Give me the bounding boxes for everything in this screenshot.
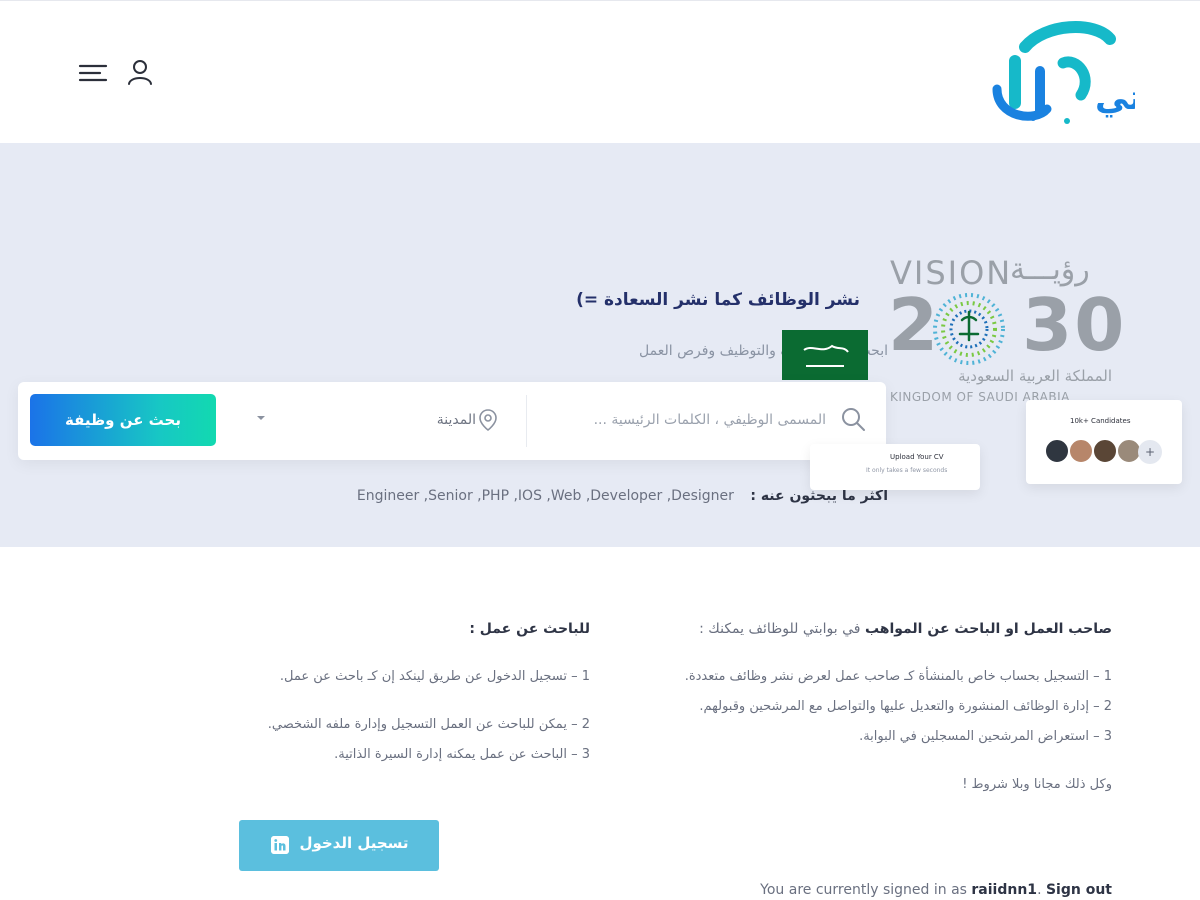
keyword-search-input[interactable]	[540, 400, 826, 440]
location-pin-icon	[479, 409, 497, 432]
login-button-label: تسجيل الدخول	[299, 834, 409, 852]
popular-tags[interactable]: Engineer ,Senior ,PHP ,IOS ,Web ,Develop…	[357, 488, 734, 504]
list-item: 1 – تسجيل الدخول عن طريق لينكد إن كـ باح…	[279, 669, 590, 684]
signed-in-status: You are currently signed in as raiidnn1.…	[700, 882, 1112, 898]
employer-column: صاحب العمل او الباحث عن المواهب في بوابت…	[616, 614, 1112, 800]
search-divider	[526, 395, 527, 447]
employer-heading-bold: صاحب العمل او الباحث عن المواهب	[864, 621, 1112, 637]
site-header: بوابتي	[0, 0, 1200, 143]
popular-label: أكثر ما يبحثون عنه :	[750, 488, 888, 504]
search-jobs-button[interactable]: بحث عن وظيفة	[30, 394, 216, 446]
sign-out-link[interactable]: Sign out	[1046, 882, 1112, 898]
employer-heading: صاحب العمل او الباحث عن المواهب في بوابت…	[616, 614, 1112, 644]
popular-searches: Engineer ,Senior ,PHP ,IOS ,Web ,Develop…	[300, 488, 888, 504]
vision-arabic: رؤيـــة	[1010, 252, 1090, 287]
site-logo[interactable]: بوابتي	[985, 17, 1135, 127]
search-icon[interactable]	[840, 406, 866, 432]
avatar	[1092, 438, 1118, 464]
list-item: 2 – إدارة الوظائف المنشورة والتعديل عليه…	[699, 699, 1112, 714]
list-item: 3 – استعراض المرشحين المسجلين في البوابة…	[859, 729, 1112, 744]
seeker-heading: للباحث عن عمل :	[469, 621, 590, 637]
signed-in-separator: .	[1037, 882, 1046, 898]
vision-emblem-icon	[933, 293, 1005, 365]
seeker-column: للباحث عن عمل : 1 – تسجيل الدخول عن طريق…	[196, 614, 590, 770]
hero-title: نشر الوظائف كما نشر السعادة =)	[576, 290, 860, 310]
signed-in-username: raiidnn1	[971, 882, 1038, 898]
candidates-title: 10k+ Candidates	[1070, 417, 1131, 425]
employer-footer-note: وكل ذلك مجانا وبلا شروط !	[962, 777, 1112, 792]
list-item: 1 – التسجيل بحساب خاص بالمنشأة كـ صاحب ع…	[684, 669, 1112, 684]
linkedin-icon	[271, 836, 289, 854]
logo-text: بوابتي	[1095, 78, 1135, 118]
upload-cv-subtitle: It only takes a few seconds	[866, 467, 948, 474]
avatar	[1044, 438, 1070, 464]
upload-cv-title: Upload Your CV	[890, 453, 944, 461]
avatar	[1068, 438, 1094, 464]
city-select-label: المدينة	[436, 412, 476, 428]
more-candidates-badge: +	[1138, 440, 1162, 464]
saudi-flag-icon	[782, 330, 868, 380]
user-icon[interactable]	[126, 58, 154, 86]
hamburger-menu-icon[interactable]	[78, 61, 108, 85]
chevron-down-icon[interactable]	[256, 414, 266, 422]
list-item: 3 – الباحث عن عمل يمكنه إدارة السيرة الذ…	[334, 747, 590, 762]
list-item: 2 – يمكن للباحث عن العمل التسجيل وإدارة …	[267, 717, 590, 732]
vision-kingdom-arabic: المملكة العربية السعودية	[958, 367, 1112, 385]
employer-heading-rest: في بوابتي للوظائف يمكنك :	[699, 621, 865, 637]
signed-in-prefix: You are currently signed in as	[760, 882, 972, 898]
page: بوابتي VISION رؤيـــة 230 المملكة العربي…	[0, 0, 1200, 900]
